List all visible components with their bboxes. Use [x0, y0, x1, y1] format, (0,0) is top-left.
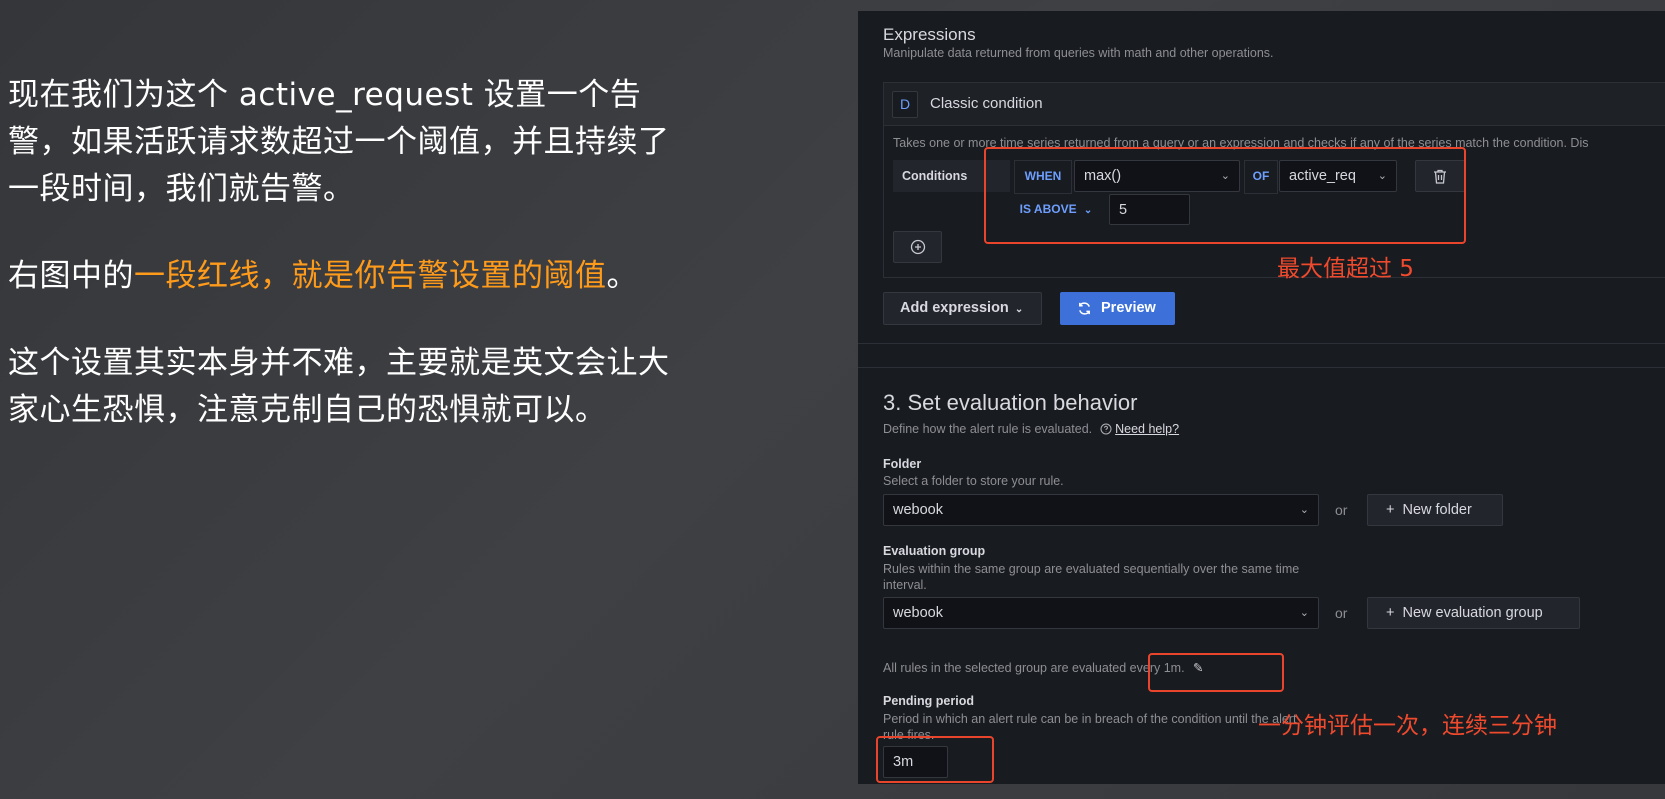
sync-icon [1079, 302, 1090, 315]
plus-circle-icon [910, 239, 926, 255]
interval-highlight-box [1148, 653, 1284, 692]
new-evaluation-group-button[interactable]: + New evaluation group [1367, 597, 1580, 629]
interval-text: All rules in the selected group are eval… [883, 661, 1185, 675]
evaluation-group-value: webook [893, 605, 943, 621]
help-circle-icon [1100, 423, 1112, 435]
new-folder-label: New folder [1402, 502, 1472, 518]
narration-p2-before: 右图中的 [8, 258, 134, 294]
evaluation-subtitle: Define how the alert rule is evaluated. … [883, 422, 1179, 436]
evaluation-section-title: 3. Set evaluation behavior [883, 390, 1138, 415]
narration-text: 现在我们为这个 active_request 设置一个告警，如果活跃请求数超过一… [8, 72, 698, 474]
evaluation-group-description: Rules within the same group are evaluate… [883, 562, 1300, 592]
plus-icon: + [1386, 502, 1395, 518]
evaluation-subtitle-text: Define how the alert rule is evaluated. [883, 422, 1093, 436]
interval-annotation: 一分钟评估一次，连续三分钟 [1258, 713, 1557, 739]
expressions-title: Expressions [883, 25, 976, 44]
card-header: D Classic condition [884, 83, 1665, 126]
or-text: or [1335, 502, 1348, 518]
narration-paragraph-1: 现在我们为这个 active_request 设置一个告警，如果活跃请求数超过一… [8, 77, 670, 207]
narration-p2-after: 。 [606, 258, 638, 294]
preview-button[interactable]: Preview [1060, 292, 1175, 325]
narration-paragraph-2: 右图中的一段红线，就是你告警设置的阈值。 [8, 253, 698, 300]
chevron-down-icon: ⌄ [1299, 504, 1309, 516]
narration-highlight: 一段红线，就是你告警设置的阈值 [134, 258, 607, 294]
add-expression-label: Add expression [900, 300, 1009, 316]
narration-paragraph-3: 这个设置其实本身并不难，主要就是英文会让大家心生恐惧，注意克制自己的恐惧就可以。 [8, 345, 670, 428]
card-title: Classic condition [930, 95, 1043, 112]
chevron-down-icon: ⌄ [1014, 304, 1024, 315]
threshold-highlight-box [984, 147, 1466, 244]
evaluation-group-label: Evaluation group [883, 544, 986, 558]
add-condition-button[interactable] [893, 231, 942, 263]
expressions-subtitle: Manipulate data returned from queries wi… [883, 46, 1274, 60]
folder-select[interactable]: webook ⌄ [883, 494, 1319, 526]
section-divider [858, 343, 1665, 344]
new-folder-button[interactable]: + New folder [1367, 494, 1503, 526]
pending-highlight-box [876, 736, 994, 783]
evaluation-group-select[interactable]: webook ⌄ [883, 597, 1319, 629]
new-evaluation-group-label: New evaluation group [1402, 605, 1543, 621]
section-divider [858, 367, 1665, 368]
folder-value: webook [893, 502, 943, 518]
need-help-link[interactable]: Need help? [1115, 422, 1179, 436]
ref-id-badge: D [892, 91, 918, 118]
folder-description: Select a folder to store your rule. [883, 474, 1064, 488]
plus-icon: + [1386, 605, 1395, 621]
preview-label: Preview [1101, 300, 1156, 316]
add-expression-button[interactable]: Add expression ⌄ [883, 292, 1042, 325]
pending-period-label: Pending period [883, 694, 974, 708]
or-text: or [1335, 605, 1348, 621]
folder-label: Folder [883, 457, 922, 471]
threshold-annotation: 最大值超过 5 [1277, 256, 1414, 282]
chevron-down-icon: ⌄ [1299, 607, 1309, 619]
